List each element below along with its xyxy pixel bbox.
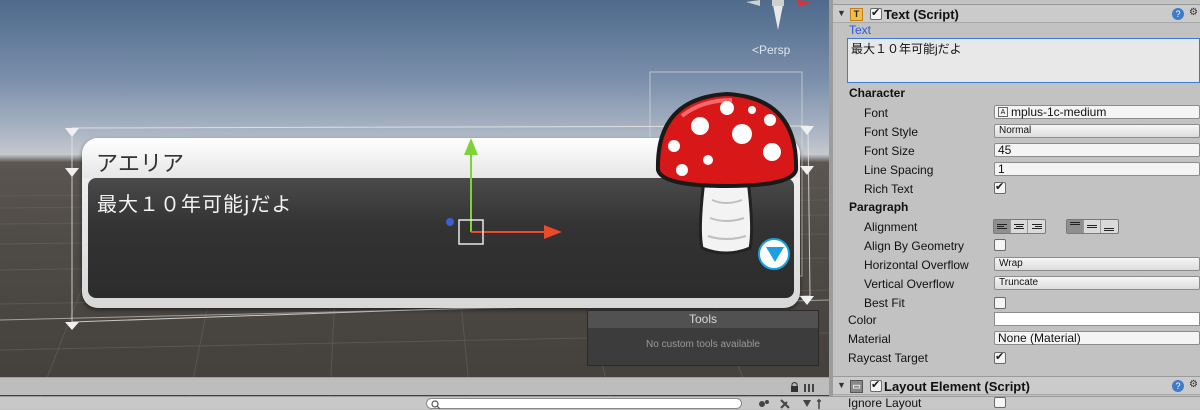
raycast-target-checkbox[interactable] — [994, 350, 1006, 364]
text-field-label: Text — [849, 23, 872, 37]
text-component-header[interactable]: ▼ T Text (Script) ? ⚙ — [833, 4, 1200, 23]
paragraph-section-header: Paragraph — [849, 200, 909, 214]
foldout-arrow-icon[interactable]: ▼ — [837, 380, 846, 390]
search-icon — [431, 400, 441, 409]
align-left-icon[interactable] — [994, 220, 1011, 233]
layout-element-icon: ▭ — [850, 380, 863, 393]
alignment-label: Alignment — [864, 220, 918, 234]
layout-element-header[interactable]: ▼ ▭ Layout Element (Script) ? ⚙ — [833, 376, 1200, 395]
best-fit-label: Best Fit — [864, 296, 905, 310]
layout-element-enabled-checkbox[interactable] — [870, 378, 882, 392]
font-size-label: Font Size — [864, 144, 915, 158]
horizontal-alignment-group — [993, 219, 1046, 234]
font-value: mplus-1c-medium — [1011, 105, 1107, 119]
scene-filter-icons[interactable] — [757, 398, 827, 409]
font-style-label: Font Style — [864, 125, 919, 139]
rich-text-label: Rich Text — [864, 182, 914, 196]
align-middle-icon[interactable] — [1084, 220, 1101, 233]
lock-icon[interactable] — [790, 382, 820, 392]
inspector-panel: ▼ T Text (Script) ? ⚙ Text 最大１０年可能jだよ Ch… — [833, 0, 1200, 396]
settings-gear-icon[interactable]: ⚙ — [1189, 379, 1198, 390]
ignore-layout-checkbox[interactable] — [994, 397, 1006, 408]
align-top-icon[interactable] — [1067, 220, 1084, 233]
font-asset-icon: A — [998, 107, 1008, 117]
tools-overlay-panel: Tools No custom tools available — [587, 310, 819, 366]
horizontal-overflow-dropdown[interactable]: Wrap — [994, 257, 1200, 271]
vertical-overflow-dropdown[interactable]: Truncate — [994, 276, 1200, 290]
align-geometry-label: Align By Geometry — [864, 239, 965, 253]
font-style-dropdown[interactable]: Normal — [994, 124, 1200, 138]
raycast-target-label: Raycast Target — [848, 351, 928, 365]
align-geometry-checkbox[interactable] — [994, 239, 1006, 251]
best-fit-checkbox[interactable] — [994, 297, 1006, 309]
vertical-overflow-label: Vertical Overflow — [864, 277, 955, 291]
align-center-icon[interactable] — [1011, 220, 1028, 233]
color-label: Color — [848, 313, 877, 327]
tools-message: No custom tools available — [646, 339, 760, 350]
help-icon[interactable]: ? — [1172, 380, 1184, 392]
tools-title: Tools — [588, 311, 818, 328]
foldout-arrow-icon[interactable]: ▼ — [837, 8, 846, 18]
font-field[interactable]: A mplus-1c-medium — [994, 105, 1200, 119]
rich-text-checkbox[interactable] — [994, 180, 1006, 194]
settings-gear-icon[interactable]: ⚙ — [1189, 7, 1198, 18]
scene-view[interactable]: <Persp アエリア 最大１０年可能jだよ Tools No custom t… — [0, 0, 829, 396]
move-gizmo-icon[interactable] — [440, 135, 570, 245]
material-label: Material — [848, 332, 891, 346]
search-input[interactable] — [426, 398, 742, 409]
ignore-layout-label: Ignore Layout — [848, 396, 922, 410]
font-label: Font — [864, 106, 889, 120]
line-spacing-label: Line Spacing — [864, 163, 934, 177]
text-component-enabled-checkbox[interactable] — [870, 6, 882, 20]
font-size-field[interactable]: 45 — [994, 143, 1200, 157]
line-spacing-field[interactable]: 1 — [994, 162, 1200, 176]
color-field[interactable] — [994, 312, 1200, 326]
scene-bottom-bar — [0, 377, 829, 395]
character-section-header: Character — [849, 86, 906, 100]
horizontal-overflow-label: Horizontal Overflow — [864, 258, 969, 272]
text-input-area[interactable]: 最大１０年可能jだよ — [847, 38, 1200, 83]
text-component-title: Text (Script) — [884, 7, 959, 22]
material-field[interactable]: None (Material) — [994, 331, 1200, 345]
align-bottom-icon[interactable] — [1101, 220, 1118, 233]
text-component-icon: T — [850, 8, 863, 21]
layout-element-title: Layout Element (Script) — [884, 379, 1030, 394]
align-right-icon[interactable] — [1028, 220, 1045, 233]
help-icon[interactable]: ? — [1172, 8, 1184, 20]
vertical-alignment-group — [1066, 219, 1119, 234]
